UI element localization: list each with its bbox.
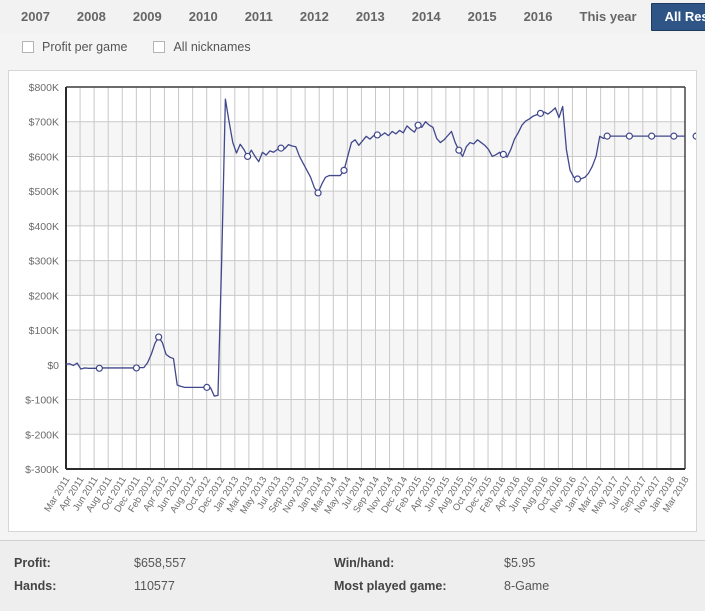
profit-chart-panel: $800K $700K $600K $500K $400K $300K $200K $100K… — [8, 70, 697, 532]
options-row: Profit per game All nicknames — [0, 33, 705, 61]
data-point-marker[interactable] — [314, 189, 322, 197]
y-axis-tick-label: $500K — [29, 186, 59, 198]
data-point-marker[interactable] — [670, 132, 678, 140]
y-axis-tick-label: $800K — [29, 82, 59, 94]
y-axis-tick-label: $200K — [29, 290, 59, 302]
tab-2012[interactable]: 2012 — [287, 4, 342, 30]
data-point-marker[interactable] — [155, 333, 163, 341]
tab-2011[interactable]: 2011 — [232, 4, 286, 30]
checkbox-all-nicknames[interactable] — [153, 41, 166, 53]
y-axis-tick-label: $700K — [29, 117, 59, 129]
data-point-marker[interactable] — [244, 152, 252, 161]
data-point-marker[interactable] — [95, 364, 103, 372]
data-point-marker[interactable] — [455, 146, 463, 154]
data-point-marker[interactable] — [277, 144, 285, 152]
data-point-marker[interactable] — [603, 132, 611, 140]
data-point-marker[interactable] — [648, 132, 656, 140]
y-axis-tick-label: $600K — [29, 151, 59, 163]
option-profit-per-game[interactable]: Profit per game — [22, 40, 127, 54]
tab-2016[interactable]: 2016 — [511, 4, 566, 30]
most-played-game-value: 8-Game — [504, 579, 550, 593]
data-point-marker[interactable] — [414, 121, 422, 129]
hands-value: 110577 — [134, 579, 175, 593]
data-point-marker[interactable] — [132, 364, 141, 372]
data-point-marker[interactable] — [692, 132, 696, 140]
data-point-marker[interactable] — [536, 109, 545, 117]
y-axis-tick-label: $-300K — [25, 464, 59, 476]
y-axis-tick-label: $-100K — [25, 395, 59, 407]
data-point-marker[interactable] — [340, 166, 348, 174]
winhand-value: $5.95 — [504, 556, 536, 570]
stats-summary-bar: Profit: $658,557 Win/hand: $5.95 Hands: … — [0, 540, 705, 611]
data-point-marker[interactable] — [625, 132, 634, 140]
profit-value: $658,557 — [134, 556, 187, 570]
hands-label: Hands: — [14, 579, 57, 593]
tab-2014[interactable]: 2014 — [399, 4, 454, 30]
profit-label: Profit: — [14, 556, 51, 570]
data-point-marker[interactable] — [499, 150, 507, 158]
option-label-all-nicknames: All nicknames — [173, 40, 251, 54]
y-axis-tick-label: $-200K — [25, 429, 59, 441]
profit-line-chart[interactable]: $800K $700K $600K $500K $400K $300K $200K $100K… — [9, 71, 696, 531]
tab-2008[interactable]: 2008 — [64, 4, 119, 30]
y-axis-tick-label: $100K — [29, 325, 59, 337]
tab-2013[interactable]: 2013 — [343, 4, 398, 30]
data-point-marker[interactable] — [373, 131, 381, 139]
tab-2007[interactable]: 2007 — [8, 4, 63, 30]
tab-this-year[interactable]: This year — [567, 4, 650, 30]
tab-2010[interactable]: 2010 — [176, 4, 231, 30]
y-axis-tick-label: $400K — [29, 221, 59, 233]
tab-2015[interactable]: 2015 — [455, 4, 510, 30]
winhand-label: Win/hand: — [334, 556, 395, 570]
profit-graph-page: 2007 2008 2009 2010 2011 2012 2013 2014 2015 2016… — [0, 0, 705, 611]
tab-2009[interactable]: 2009 — [120, 4, 175, 30]
tab-all-results[interactable]: All Results — [650, 2, 705, 31]
option-all-nicknames[interactable]: All nicknames — [153, 40, 251, 54]
checkbox-profit-per-game[interactable] — [22, 41, 34, 53]
most-played-game-label: Most played game: — [334, 579, 447, 593]
data-point-marker[interactable] — [203, 383, 211, 391]
y-axis-tick-label: $0 — [47, 360, 59, 372]
y-axis-tick-label: $300K — [29, 256, 59, 268]
option-label-profit-per-game: Profit per game — [42, 40, 128, 54]
data-point-marker[interactable] — [573, 175, 582, 183]
year-tab-bar: 2007 2008 2009 2010 2011 2012 2013 2014 2015 2016… — [0, 0, 705, 33]
